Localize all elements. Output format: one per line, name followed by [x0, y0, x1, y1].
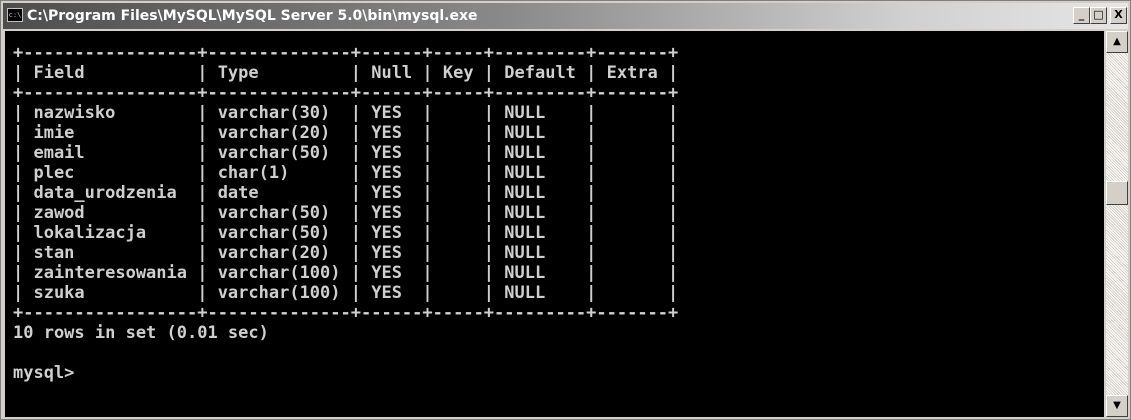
console-window: c:\ C:\Program Files\MySQL\MySQL Server … — [0, 0, 1131, 420]
console-output-text: +-----------------+--------------+------… — [13, 43, 679, 383]
cmd-icon[interactable]: c:\ — [7, 8, 23, 22]
scroll-up-button[interactable]: ▲ — [1106, 31, 1128, 53]
close-button[interactable]: X — [1110, 7, 1127, 24]
minimize-button[interactable]: _ — [1073, 7, 1090, 24]
scroll-down-button[interactable]: ▼ — [1106, 395, 1128, 417]
scroll-thumb[interactable] — [1106, 181, 1128, 205]
title-bar[interactable]: c:\ C:\Program Files\MySQL\MySQL Server … — [3, 3, 1128, 29]
vertical-scrollbar[interactable]: ▲ ▼ — [1106, 31, 1128, 417]
console-output-area[interactable]: +-----------------+--------------+------… — [5, 31, 1104, 417]
window-title: C:\Program Files\MySQL\MySQL Server 5.0\… — [27, 8, 478, 24]
maximize-button[interactable]: □ — [1090, 7, 1107, 24]
